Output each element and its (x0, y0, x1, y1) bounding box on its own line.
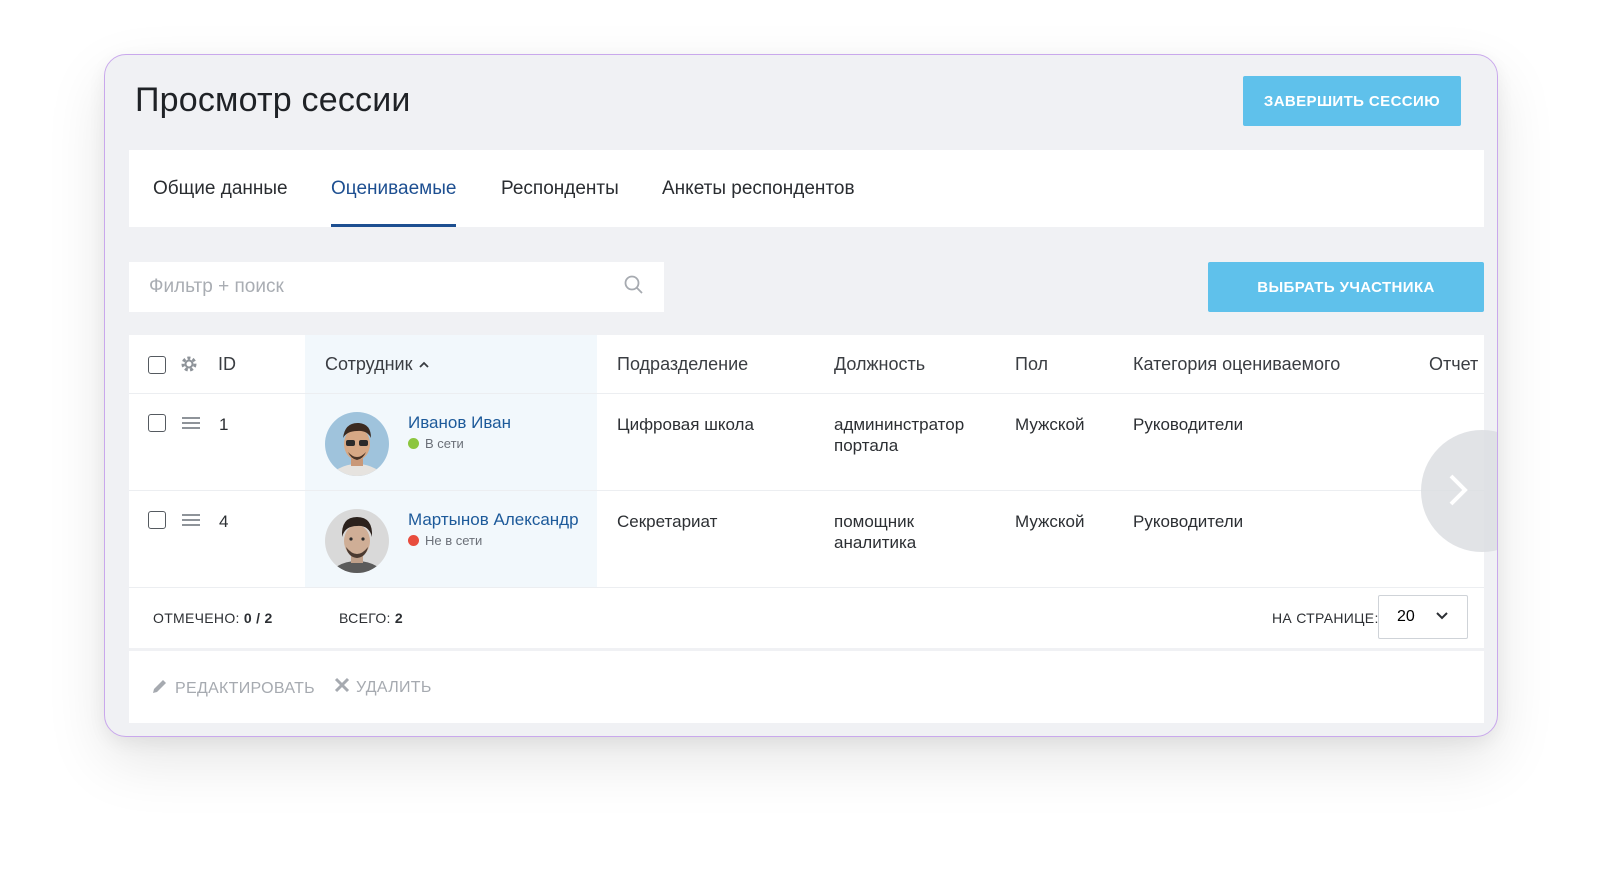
row-position-line: аналитика (834, 533, 917, 552)
edit-label: РЕДАКТИРОВАТЬ (175, 679, 315, 697)
assessed-table: ID Сотрудник Подразделение Должность Пол… (129, 335, 1484, 648)
row-checkbox[interactable] (148, 511, 166, 529)
search-input[interactable] (149, 276, 624, 298)
select-participant-button[interactable]: ВЫБРАТЬ УЧАСТНИКА (1208, 262, 1484, 312)
header-department[interactable]: Подразделение (617, 354, 748, 375)
tab-respondent-forms[interactable]: Анкеты респондентов (662, 150, 855, 227)
page-title: Просмотр сессии (135, 81, 411, 119)
header-category[interactable]: Категория оцениваемого (1133, 354, 1340, 375)
header-id[interactable]: ID (218, 354, 236, 375)
search-box (129, 262, 664, 312)
checked-count-value: 0 / 2 (243, 610, 273, 626)
per-page-value: 20 (1397, 608, 1415, 625)
row-position-line: помощник (834, 512, 915, 531)
drag-handle-icon[interactable] (181, 415, 201, 436)
pencil-icon (151, 677, 169, 700)
table-footer: ОТМЕЧЕНО: 0 / 2 ВСЕГО: 2 НА СТРАНИЦЕ: 20 (129, 588, 1484, 648)
row-position-line: админинстратор (834, 415, 965, 434)
header-position[interactable]: Должность (834, 354, 925, 375)
status-indicator: В сети (408, 436, 464, 451)
close-icon (334, 677, 350, 698)
edit-button[interactable]: РЕДАКТИРОВАТЬ (151, 677, 315, 700)
row-position: помощник аналитика (834, 511, 916, 553)
chevron-right-icon (1449, 474, 1468, 506)
row-checkbox[interactable] (148, 414, 166, 432)
header-report[interactable]: Отчет (1429, 354, 1478, 375)
status-indicator: Не в сети (408, 533, 482, 548)
total-count-label: ВСЕГО: (339, 610, 391, 626)
row-gender: Мужской (1015, 415, 1085, 434)
tab-general[interactable]: Общие данные (153, 150, 288, 227)
status-label: Не в сети (425, 533, 483, 548)
row-category: Руководители (1133, 512, 1244, 531)
per-page-select[interactable]: 20 (1378, 595, 1468, 639)
per-page-label: НА СТРАНИЦЕ: (1272, 610, 1379, 626)
header-employee[interactable]: Сотрудник (325, 354, 430, 375)
status-label: В сети (425, 436, 464, 451)
row-position: админинстратор портала (834, 414, 964, 456)
delete-button[interactable]: УДАЛИТЬ (334, 677, 432, 698)
row-category: Руководители (1133, 415, 1244, 434)
delete-label: УДАЛИТЬ (356, 678, 432, 696)
total-count-value: 2 (394, 610, 403, 626)
avatar[interactable] (325, 509, 389, 573)
status-dot-online (408, 438, 419, 449)
tab-respondents[interactable]: Респонденты (501, 150, 619, 227)
table-header: ID Сотрудник Подразделение Должность Пол… (129, 335, 1484, 394)
status-dot-offline (408, 535, 419, 546)
table-row[interactable]: 1 Иванов Иван В сети Цифровая школа адми… (129, 394, 1484, 491)
row-id: 1 (219, 415, 229, 434)
chevron-down-icon (1435, 608, 1449, 626)
tab-bar: Общие данные Оцениваемые Респонденты Анк… (129, 150, 1484, 227)
table-row[interactable]: 4 Мартынов Александр Не в сети Секретари… (129, 491, 1484, 588)
row-gender: Мужской (1015, 512, 1085, 531)
row-id: 4 (219, 512, 229, 531)
employee-name-link[interactable]: Мартынов Александр (408, 510, 579, 530)
row-position-line: портала (834, 436, 899, 455)
drag-handle-icon[interactable] (181, 512, 201, 533)
finish-session-button[interactable]: ЗАВЕРШИТЬ СЕССИЮ (1243, 76, 1461, 126)
row-department: Секретариат (617, 512, 718, 531)
tab-assessed[interactable]: Оцениваемые (331, 150, 457, 227)
row-department: Цифровая школа (617, 415, 754, 434)
search-icon[interactable] (624, 275, 644, 300)
header-employee-label: Сотрудник (325, 354, 413, 374)
total-count: ВСЕГО: 2 (339, 610, 403, 626)
gear-icon[interactable] (179, 354, 199, 379)
employee-name-link[interactable]: Иванов Иван (408, 413, 511, 433)
bulk-actions-bar: РЕДАКТИРОВАТЬ УДАЛИТЬ (129, 651, 1484, 723)
session-view-window: Просмотр сессии ЗАВЕРШИТЬ СЕССИЮ Общие д… (104, 54, 1498, 737)
select-all-checkbox[interactable] (148, 356, 166, 374)
checked-count: ОТМЕЧЕНО: 0 / 2 (153, 610, 273, 626)
checked-count-label: ОТМЕЧЕНО: (153, 610, 240, 626)
avatar[interactable] (325, 412, 389, 476)
header-gender[interactable]: Пол (1015, 354, 1048, 375)
chevron-up-icon (418, 354, 430, 375)
